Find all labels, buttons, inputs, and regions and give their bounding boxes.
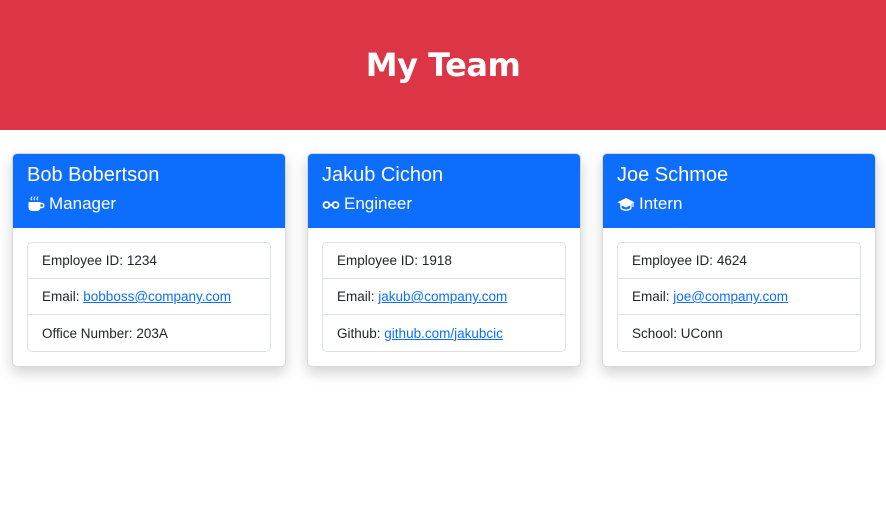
employee-name: Bob Bobertson — [27, 164, 160, 186]
details-list: Employee ID: 1918 Email: jakub@company.c… — [322, 242, 566, 352]
email-row: Email: bobboss@company.com — [28, 279, 270, 315]
email-link[interactable]: joe@company.com — [673, 289, 788, 304]
school-label: School: — [632, 325, 678, 341]
details-list: Employee ID: 4624 Email: joe@company.com… — [617, 242, 861, 352]
employee-id-label: Employee ID: — [632, 253, 714, 268]
page-title: My Team — [365, 46, 521, 84]
github-row: Github: github.com/jakubcic — [323, 315, 565, 351]
employee-name: Jakub Cichon — [322, 164, 444, 186]
email-link[interactable]: bobboss@company.com — [83, 289, 231, 304]
page-header: My Team — [0, 0, 886, 130]
card-body: Employee ID: 4624 Email: joe@company.com… — [603, 228, 875, 366]
email-label: Email: — [337, 289, 375, 304]
card-body: Employee ID: 1918 Email: jakub@company.c… — [308, 228, 580, 366]
office-number-value: 203A — [136, 325, 168, 341]
school-row: School: UConn — [618, 315, 860, 351]
role-label: Intern — [639, 194, 683, 213]
email-row: Email: jakub@company.com — [323, 279, 565, 315]
role-label: Manager — [49, 194, 117, 213]
card-header: Jakub Cichon Engineer — [308, 154, 580, 228]
employee-id-row: Employee ID: 1234 — [28, 243, 270, 279]
employee-id-value: 1234 — [126, 253, 157, 268]
github-label: Github: — [337, 325, 381, 341]
card-body: Employee ID: 1234 Email: bobboss@company… — [13, 228, 285, 366]
email-row: Email: joe@company.com — [618, 279, 860, 315]
employee-id-row: Employee ID: 1918 — [323, 243, 565, 279]
glasses-icon — [322, 195, 340, 213]
email-link[interactable]: jakub@company.com — [378, 289, 507, 304]
employee-role: Intern — [617, 193, 861, 215]
employee-card-intern: Joe Schmoe Intern Employee ID: 4624 Emai… — [602, 153, 876, 367]
employee-id-label: Employee ID: — [42, 253, 124, 268]
employee-role: Manager — [27, 193, 271, 215]
graduation-cap-icon — [617, 195, 635, 213]
employee-card-manager: Bob Bobertson Manager Employee ID: 1234 … — [12, 153, 286, 367]
employee-id-label: Employee ID: — [337, 253, 419, 268]
employee-id-value: 1918 — [421, 253, 452, 268]
employee-card-engineer: Jakub Cichon Engineer Employee ID: 1918 — [307, 153, 581, 367]
email-label: Email: — [632, 289, 670, 304]
card-header: Joe Schmoe Intern — [603, 154, 875, 228]
employee-id-row: Employee ID: 4624 — [618, 243, 860, 279]
email-label: Email: — [42, 289, 80, 304]
employee-id-value: 4624 — [716, 253, 747, 268]
github-link[interactable]: github.com/jakubcic — [384, 326, 503, 341]
office-number-row: Office Number: 203A — [28, 315, 270, 351]
office-number-label: Office Number: — [42, 325, 133, 341]
employee-name: Joe Schmoe — [617, 164, 729, 186]
card-header: Bob Bobertson Manager — [13, 154, 285, 228]
school-value: UConn — [680, 325, 723, 341]
coffee-icon — [27, 195, 45, 213]
role-label: Engineer — [344, 194, 413, 213]
details-list: Employee ID: 1234 Email: bobboss@company… — [27, 242, 271, 352]
employee-role: Engineer — [322, 193, 566, 215]
